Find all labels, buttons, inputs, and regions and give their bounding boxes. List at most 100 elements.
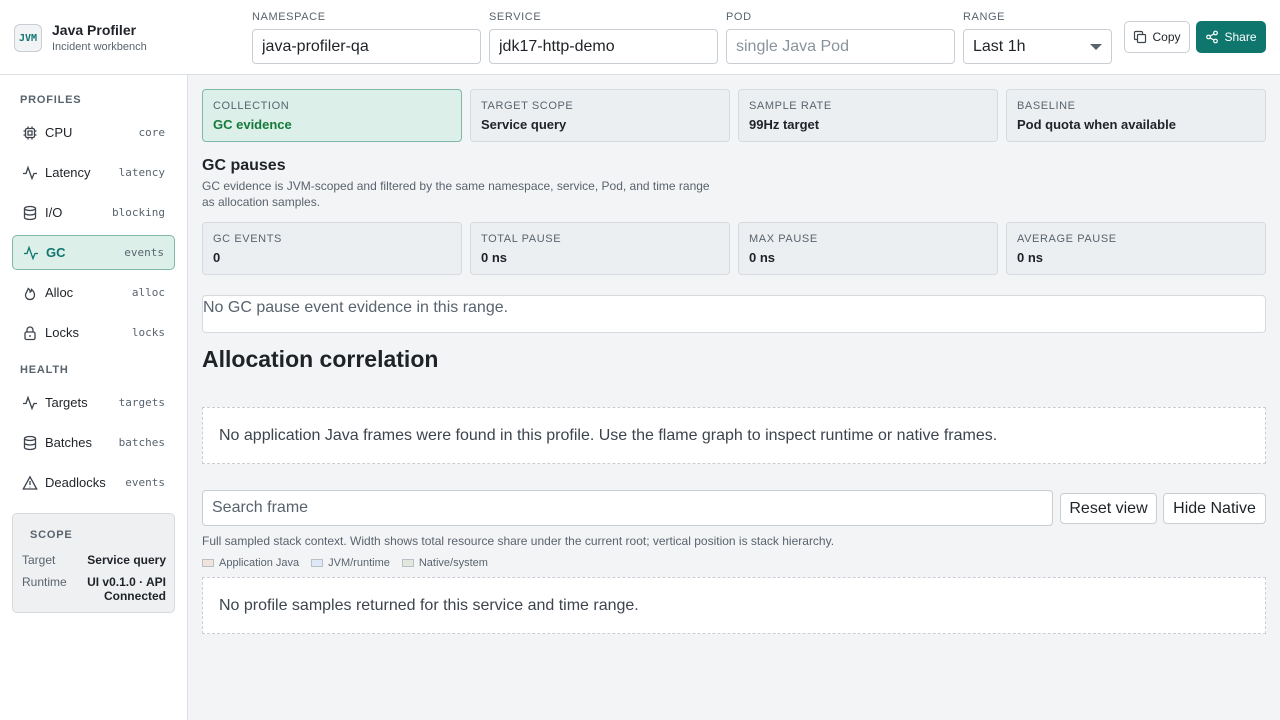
search-frame-input[interactable] <box>212 499 1043 517</box>
app-title: Java Profiler <box>52 22 137 38</box>
sidebar-item-targets[interactable]: Targets targets <box>12 385 175 420</box>
copy-label: Copy <box>1152 30 1181 44</box>
sidebar-item-label: Batches <box>45 435 92 450</box>
sidebar-item-tag: locks <box>131 326 165 339</box>
scope-runtime-key: Runtime <box>22 575 67 589</box>
metric-value: 0 ns <box>1017 250 1044 265</box>
sidebar-item-label: Targets <box>45 395 88 410</box>
search-frame-box <box>202 490 1053 526</box>
sidebar-item-label: Alloc <box>45 285 74 300</box>
sidebar-item-tag: targets <box>118 396 165 409</box>
service-filter: SERVICE <box>489 10 718 64</box>
legend-swatch <box>401 559 414 567</box>
chevron-down-icon <box>1090 43 1102 50</box>
flame-icon <box>24 286 36 300</box>
metric-value: 0 ns <box>749 250 776 265</box>
pod-label: POD <box>726 11 752 23</box>
sidebar-item-tag: events <box>124 246 164 259</box>
scope-runtime-value: UI v0.1.0 · API Connected <box>87 575 166 603</box>
activity-icon <box>23 165 37 180</box>
range-value: Last 1h <box>973 37 1026 55</box>
legend-label: Native/system <box>418 557 488 569</box>
scope-target-row: Target Service query <box>22 553 166 567</box>
reset-view-button[interactable]: Reset view <box>1060 493 1157 524</box>
range-select[interactable]: Last 1h <box>963 29 1112 64</box>
sidebar-item-latency[interactable]: Latency latency <box>12 155 175 190</box>
baseline-card: BASELINE Pod quota when available <box>1006 89 1266 142</box>
scope-title: SCOPE <box>30 529 73 541</box>
scope-runtime-row: Runtime UI v0.1.0 · API Connected <box>22 575 166 603</box>
card-label: BASELINE <box>1017 100 1076 112</box>
namespace-label: NAMESPACE <box>252 11 326 23</box>
range-label: RANGE <box>963 11 1006 23</box>
metric-label: MAX PAUSE <box>749 233 818 245</box>
jvm-logo-icon: JVM <box>14 24 42 52</box>
sidebar-item-label: I/O <box>45 205 63 220</box>
namespace-input[interactable] <box>262 37 471 56</box>
sample-rate-card: SAMPLE RATE 99Hz target <box>738 89 998 142</box>
sidebar-item-tag: events <box>125 476 165 489</box>
pod-filter: POD <box>726 10 955 64</box>
copy-button[interactable]: Copy <box>1124 21 1190 53</box>
sidebar-item-batches[interactable]: Batches batches <box>12 425 175 460</box>
card-label: SAMPLE RATE <box>749 100 832 112</box>
service-input[interactable] <box>499 37 708 56</box>
activity-icon <box>23 395 37 410</box>
brand: JVM Java Profiler Incident workbench <box>14 22 147 54</box>
sidebar-item-label: Locks <box>45 325 79 340</box>
allocation-section-title: Allocation correlation <box>202 346 439 372</box>
flame-graph-hint: Full sampled stack context. Width shows … <box>202 534 835 548</box>
no-samples-message: No profile samples returned for this ser… <box>202 577 1266 634</box>
share-button[interactable]: Share <box>1196 21 1266 53</box>
sidebar-item-gc[interactable]: GC events <box>12 235 175 270</box>
top-bar: JVM Java Profiler Incident workbench NAM… <box>0 0 1280 75</box>
copy-icon <box>1134 30 1147 44</box>
activity-icon <box>24 245 38 260</box>
legend-item-native-system: Native/system <box>401 557 488 569</box>
cpu-icon <box>23 126 37 139</box>
metric-label: GC EVENTS <box>213 233 282 245</box>
legend-swatch <box>311 559 324 567</box>
sidebar-item-cpu[interactable]: CPU core <box>12 115 175 150</box>
metric-label: TOTAL PAUSE <box>481 233 562 245</box>
sidebar: PROFILES CPU core Latency latency I/O bl… <box>0 75 188 720</box>
gc-section-title: GC pauses <box>202 157 286 174</box>
sidebar-item-alloc[interactable]: Alloc alloc <box>12 275 175 310</box>
health-section-title: HEALTH <box>20 364 69 376</box>
namespace-field-box <box>252 29 481 64</box>
average-pause-metric: AVERAGE PAUSE 0 ns <box>1006 222 1266 275</box>
card-label: TARGET SCOPE <box>481 100 574 112</box>
total-pause-metric: TOTAL PAUSE 0 ns <box>470 222 730 275</box>
database-icon <box>23 205 37 220</box>
no-frames-message: No application Java frames were found in… <box>202 407 1266 464</box>
legend-swatch <box>202 559 214 567</box>
frame-legend: Application Java JVM/runtime Native/syst… <box>202 557 500 569</box>
sidebar-item-io[interactable]: I/O blocking <box>12 195 175 230</box>
card-value: Pod quota when available <box>1017 117 1176 132</box>
sidebar-item-tag: batches <box>118 436 165 449</box>
card-label: COLLECTION <box>213 100 290 112</box>
service-field-box <box>489 29 718 64</box>
pod-field-box <box>726 29 955 64</box>
sidebar-item-locks[interactable]: Locks locks <box>12 315 175 350</box>
max-pause-metric: MAX PAUSE 0 ns <box>738 222 998 275</box>
warning-icon <box>22 474 38 490</box>
pod-input[interactable] <box>736 37 945 56</box>
sidebar-item-label: Deadlocks <box>45 475 106 490</box>
card-value: 99Hz target <box>749 117 820 132</box>
hide-native-button[interactable]: Hide Native <box>1163 493 1266 524</box>
card-value: GC evidence <box>213 117 292 132</box>
range-filter: RANGE Last 1h <box>963 10 1112 64</box>
metric-label: AVERAGE PAUSE <box>1017 233 1117 245</box>
lock-icon <box>24 325 36 340</box>
gc-events-metric: GC EVENTS 0 <box>202 222 462 275</box>
database-icon <box>23 435 37 450</box>
scope-card: SCOPE Target Service query Runtime UI v0… <box>12 513 175 613</box>
sidebar-item-deadlocks[interactable]: Deadlocks events <box>12 465 175 500</box>
scope-target-key: Target <box>22 553 56 567</box>
collection-card[interactable]: COLLECTION GC evidence <box>202 89 462 142</box>
target-scope-card: TARGET SCOPE Service query <box>470 89 730 142</box>
scope-target-value: Service query <box>87 553 166 567</box>
metric-value: 0 <box>213 250 221 265</box>
sidebar-item-tag: blocking <box>112 206 165 219</box>
